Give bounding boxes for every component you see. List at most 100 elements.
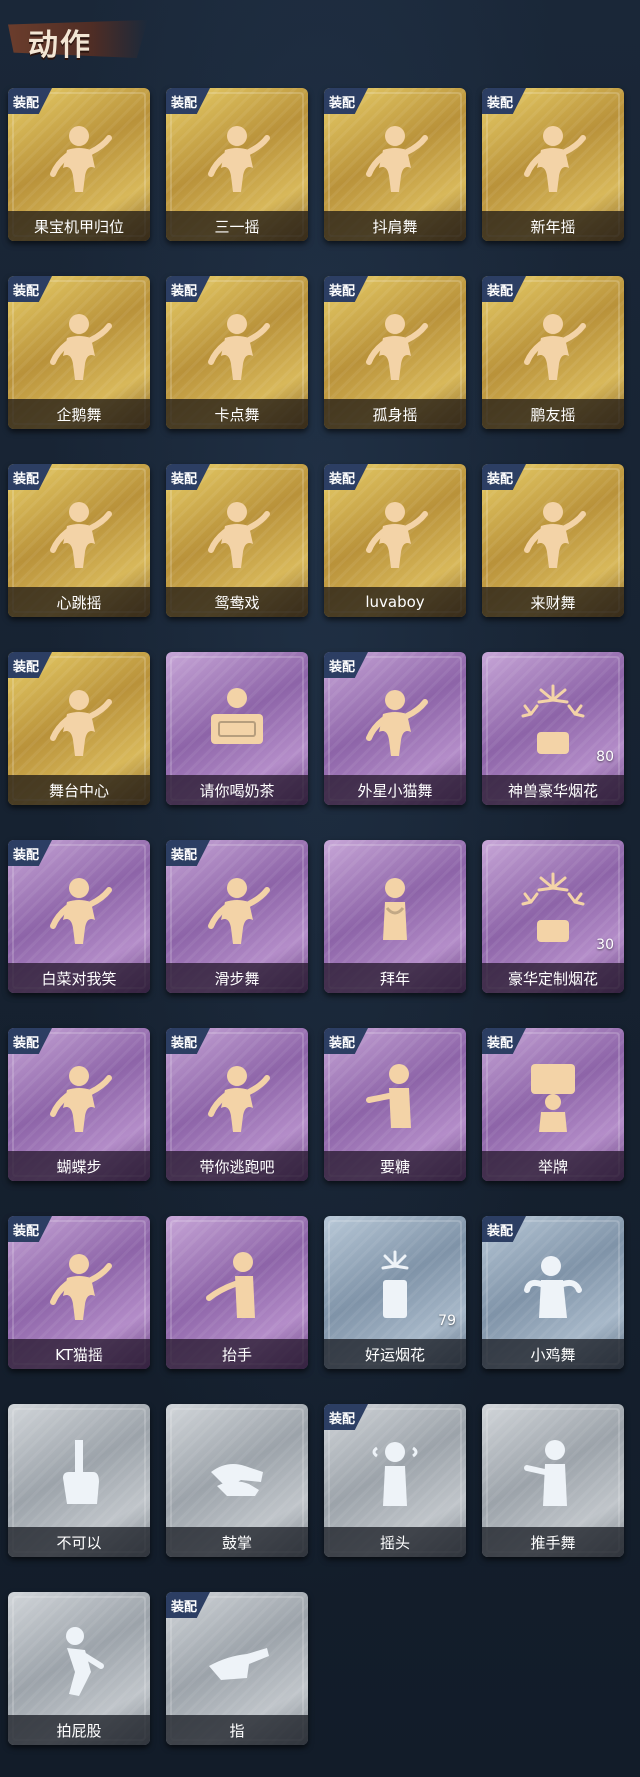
fireworks-icon xyxy=(513,680,593,760)
equipped-badge-label: 装配 xyxy=(487,472,514,487)
item-count: 80 xyxy=(596,749,614,765)
action-card[interactable]: 装配 滑步舞 xyxy=(166,840,308,993)
dance-pose-icon xyxy=(355,492,435,572)
action-card[interactable]: 装配 带你逃跑吧 xyxy=(166,1028,308,1181)
action-name-bar: 要糖 xyxy=(324,1151,466,1181)
action-name-bar: 推手舞 xyxy=(482,1527,624,1557)
action-name-bar: 白菜对我笑 xyxy=(8,963,150,993)
action-card[interactable]: 推手舞 xyxy=(482,1404,624,1557)
dance-pose-icon xyxy=(39,868,119,948)
equipped-badge-label: 装配 xyxy=(171,284,198,299)
equipped-badge-label: 装配 xyxy=(171,96,198,111)
action-name-bar: 卡点舞 xyxy=(166,399,308,429)
action-name-bar: 小鸡舞 xyxy=(482,1339,624,1369)
action-card[interactable]: 装配 举牌 xyxy=(482,1028,624,1181)
action-card[interactable]: 装配抖肩舞 xyxy=(324,88,466,241)
action-card[interactable]: 抬手 xyxy=(166,1216,308,1369)
action-name: 不可以 xyxy=(56,1533,102,1552)
action-name: 拜年 xyxy=(379,969,410,988)
head-shake-icon xyxy=(355,1432,435,1512)
action-card[interactable]: 装配企鹅舞 xyxy=(8,276,150,429)
action-name: 舞台中心 xyxy=(48,781,109,800)
action-card[interactable]: 装配 白菜对我笑 xyxy=(8,840,150,993)
action-card[interactable]: 装配 KT猫摇 xyxy=(8,1216,150,1369)
action-name-bar: 果宝机甲归位 xyxy=(8,211,150,241)
action-name-bar: 来财舞 xyxy=(482,587,624,617)
action-card[interactable]: 装配孤身摇 xyxy=(324,276,466,429)
action-name: 企鹅舞 xyxy=(56,405,102,424)
action-card[interactable]: 装配来财舞 xyxy=(482,464,624,617)
action-card[interactable]: 装配 蝴蝶步 xyxy=(8,1028,150,1181)
action-card[interactable]: 80 神兽豪华烟花 xyxy=(482,652,624,805)
equipped-badge-label: 装配 xyxy=(13,660,40,675)
action-card[interactable]: 装配舞台中心 xyxy=(8,652,150,805)
action-name-bar: 鹏友摇 xyxy=(482,399,624,429)
action-card[interactable]: 装配 三一摇 xyxy=(166,88,308,241)
equipped-badge: 装配 xyxy=(8,1216,52,1242)
action-name: 抬手 xyxy=(221,1345,252,1364)
action-card[interactable]: 装配 luvaboy xyxy=(324,464,466,617)
equipped-badge-label: 装配 xyxy=(171,472,198,487)
equipped-badge: 装配 xyxy=(324,464,368,490)
action-card[interactable]: 79 好运烟花 xyxy=(324,1216,466,1369)
action-card[interactable]: 装配 果宝机甲归位 xyxy=(8,88,150,241)
action-card[interactable]: 装配 要糖 xyxy=(324,1028,466,1181)
equipped-badge: 装配 xyxy=(8,1028,52,1054)
action-card[interactable]: 鼓掌 xyxy=(166,1404,308,1557)
action-card[interactable]: 装配卡点舞 xyxy=(166,276,308,429)
equipped-badge: 装配 xyxy=(8,276,52,302)
action-name-bar: 孤身摇 xyxy=(324,399,466,429)
action-card[interactable]: 拍屁股 xyxy=(8,1592,150,1745)
firework-can-icon xyxy=(355,1244,435,1324)
action-name: 指 xyxy=(229,1721,245,1740)
action-card[interactable]: 装配新年摇 xyxy=(482,88,624,241)
dance-pose-icon xyxy=(197,304,277,384)
dance-pose-icon xyxy=(39,680,119,760)
action-name: 孤身摇 xyxy=(372,405,418,424)
dance-pose-icon xyxy=(197,116,277,196)
action-card[interactable]: 30 豪华定制烟花 xyxy=(482,840,624,993)
equipped-badge-label: 装配 xyxy=(329,284,356,299)
dance-pose-icon xyxy=(197,492,277,572)
dance-pose-icon xyxy=(197,1056,277,1136)
action-card[interactable]: 装配 鹏友摇 xyxy=(482,276,624,429)
action-name: 卡点舞 xyxy=(214,405,260,424)
action-name: 举牌 xyxy=(537,1157,568,1176)
equipped-badge: 装配 xyxy=(482,464,526,490)
equipped-badge: 装配 xyxy=(482,88,526,114)
action-name-bar: 豪华定制烟花 xyxy=(482,963,624,993)
equipped-badge-label: 装配 xyxy=(329,96,356,111)
equipped-badge: 装配 xyxy=(482,276,526,302)
action-name: 要糖 xyxy=(379,1157,410,1176)
action-card[interactable]: 请你喝奶茶 xyxy=(166,652,308,805)
chicken-dance-icon xyxy=(513,1244,593,1324)
equipped-badge: 装配 xyxy=(166,464,210,490)
dance-pose-icon xyxy=(355,304,435,384)
equipped-badge: 装配 xyxy=(166,88,210,114)
action-card[interactable]: 装配 心跳摇 xyxy=(8,464,150,617)
candy-ask-icon xyxy=(355,1056,435,1136)
milk-tea-sign-icon xyxy=(197,680,277,760)
equipped-badge-label: 装配 xyxy=(487,1224,514,1239)
fireworks-icon xyxy=(513,868,593,948)
action-name: 新年摇 xyxy=(530,217,576,236)
action-card[interactable]: 装配 鸳鸯戏 xyxy=(166,464,308,617)
action-name-bar: 举牌 xyxy=(482,1151,624,1181)
action-name-bar: 抖肩舞 xyxy=(324,211,466,241)
action-card[interactable]: 不可以 xyxy=(8,1404,150,1557)
equipped-badge-label: 装配 xyxy=(13,1224,40,1239)
dance-pose-icon xyxy=(39,492,119,572)
action-name: 豪华定制烟花 xyxy=(507,969,598,988)
action-name: 请你喝奶茶 xyxy=(199,781,275,800)
action-card[interactable]: 装配 摇头 xyxy=(324,1404,466,1557)
equipped-badge: 装配 xyxy=(324,652,368,678)
action-card[interactable]: 装配指 xyxy=(166,1592,308,1745)
action-name-bar: 新年摇 xyxy=(482,211,624,241)
action-card[interactable]: 装配 外星小猫舞 xyxy=(324,652,466,805)
action-name: 抖肩舞 xyxy=(372,217,418,236)
bow-pose-icon xyxy=(355,868,435,948)
equipped-badge: 装配 xyxy=(8,840,52,866)
action-card[interactable]: 拜年 xyxy=(324,840,466,993)
action-card[interactable]: 装配小鸡舞 xyxy=(482,1216,624,1369)
action-name: luvaboy xyxy=(365,593,425,611)
